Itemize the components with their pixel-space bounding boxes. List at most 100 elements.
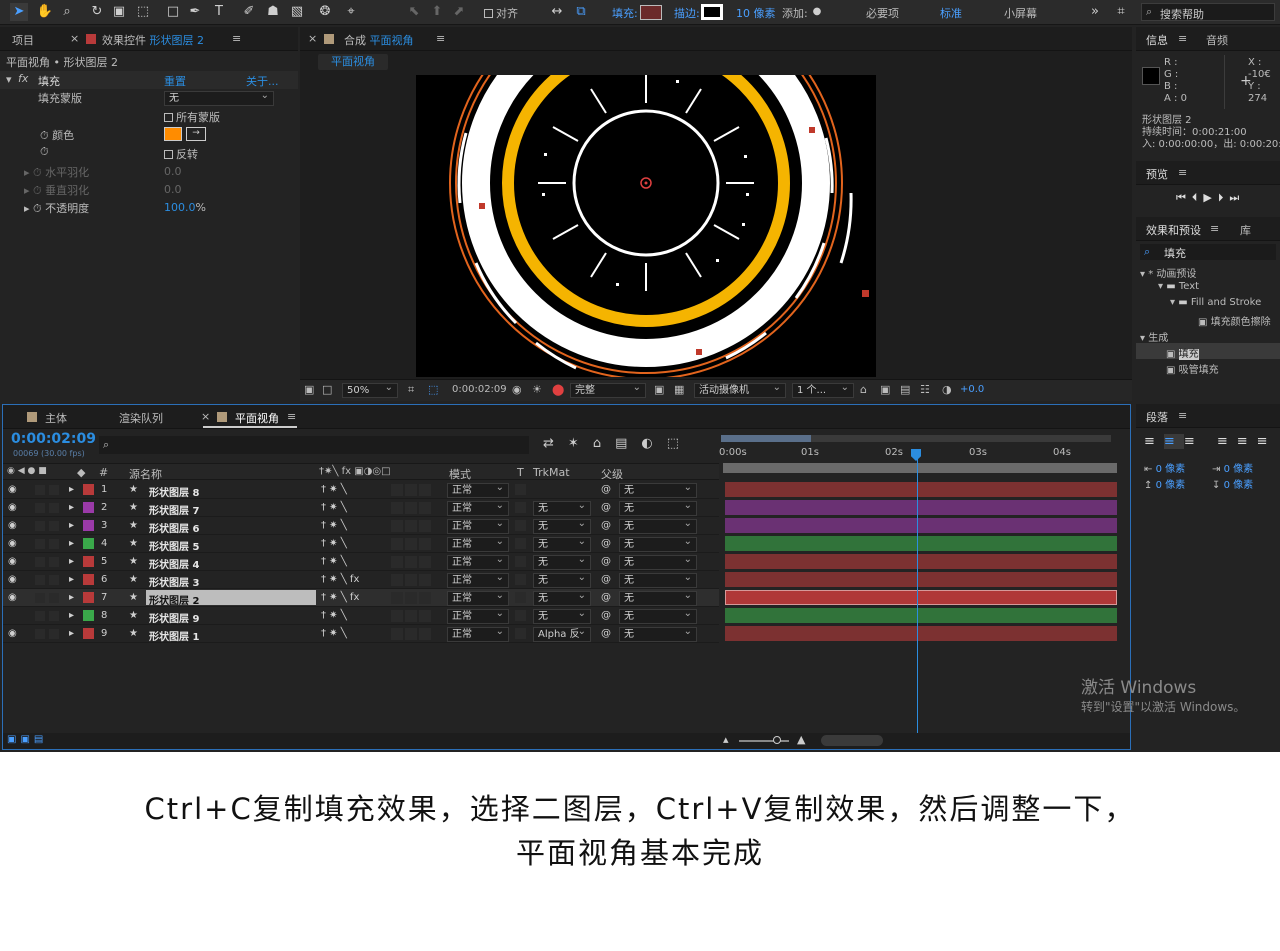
switch-box[interactable]: [419, 592, 431, 604]
parent-dropdown[interactable]: 无: [619, 517, 697, 534]
layer-name[interactable]: 形状图层 8: [149, 484, 199, 499]
switch-box[interactable]: [405, 628, 417, 640]
fill-mask-dropdown[interactable]: 无: [164, 89, 274, 106]
comp-mini-flowchart-icon[interactable]: ⇄: [543, 436, 568, 451]
layer-name[interactable]: 形状图层 2: [149, 592, 199, 607]
color-swatch[interactable]: [164, 127, 182, 141]
exposure-value[interactable]: +0.0: [960, 384, 984, 395]
comp-timecode[interactable]: 0:00:02:09: [452, 384, 507, 395]
zoom-dropdown[interactable]: 50%: [342, 381, 398, 398]
play-icon[interactable]: ▶: [1203, 191, 1217, 204]
close-tab-icon[interactable]: ×: [70, 32, 79, 45]
blend-mode-dropdown[interactable]: 正常: [447, 571, 509, 588]
space-before-value[interactable]: 0 像素: [1156, 480, 1186, 491]
switch-box[interactable]: [419, 610, 431, 622]
blend-mode-dropdown[interactable]: 正常: [447, 553, 509, 570]
tab-effects-presets[interactable]: 效果和预设: [1146, 222, 1201, 238]
parent-dropdown[interactable]: 无: [619, 607, 697, 624]
invert-stopwatch-icon[interactable]: ⏱: [40, 145, 49, 163]
eraser-tool-icon[interactable]: ▧: [288, 3, 306, 21]
grid-icon[interactable]: ⌗: [408, 383, 414, 397]
expand-arrow-icon[interactable]: ▸: [69, 538, 74, 549]
playhead-handle[interactable]: [911, 449, 921, 461]
expand-arrow-icon[interactable]: ▸: [69, 484, 74, 495]
invert-checkbox[interactable]: 反转: [164, 146, 198, 164]
tab-libraries[interactable]: 库: [1240, 222, 1251, 238]
tab-audio[interactable]: 音频: [1206, 32, 1228, 48]
switch-box[interactable]: [391, 574, 403, 586]
parent-dropdown[interactable]: 无: [619, 571, 697, 588]
layer-label-color[interactable]: [83, 628, 94, 639]
layer-label-color[interactable]: [83, 538, 94, 549]
layer-label-color[interactable]: [83, 484, 94, 495]
solo-toggle[interactable]: [35, 539, 45, 549]
switch-box[interactable]: [391, 628, 403, 640]
opacity-value[interactable]: 100.0: [164, 201, 196, 214]
motion-blur-icon[interactable]: ◐: [641, 436, 666, 451]
show-snapshot-icon[interactable]: ☀: [532, 383, 542, 396]
solo-toggle[interactable]: [35, 521, 45, 531]
align-center-icon[interactable]: ≡: [1163, 434, 1184, 449]
layer-label-color[interactable]: [83, 520, 94, 531]
trkmat-dropdown[interactable]: 无: [533, 499, 591, 516]
layer-name[interactable]: 形状图层 9: [149, 610, 199, 625]
preserve-transparency-toggle[interactable]: [515, 520, 526, 531]
justify-right-icon[interactable]: ≡: [1257, 434, 1277, 449]
lock-toggle[interactable]: [49, 629, 59, 639]
parent-dropdown[interactable]: 无: [619, 481, 697, 498]
stroke-swatch[interactable]: [701, 4, 723, 20]
align-right-icon[interactable]: ≡: [1184, 434, 1204, 449]
close-timeline-tab-icon[interactable]: ×: [201, 410, 210, 423]
parent-dropdown[interactable]: 无: [619, 535, 697, 552]
lock-toggle[interactable]: [49, 521, 59, 531]
always-preview-icon[interactable]: ▣: [304, 383, 314, 396]
type-tool-icon[interactable]: T: [210, 3, 228, 21]
flowchart-icon[interactable]: ☷: [920, 383, 930, 396]
paragraph-menu-icon[interactable]: ≡: [1178, 409, 1187, 422]
zoom-slider-thumb[interactable]: [773, 736, 781, 744]
layer-name[interactable]: 形状图层 7: [149, 502, 199, 517]
preserve-transparency-toggle[interactable]: [515, 502, 526, 513]
layer-duration-bar[interactable]: [725, 626, 1117, 641]
comp-menu-icon[interactable]: ≡: [436, 32, 445, 45]
switch-box[interactable]: [405, 520, 417, 532]
pickwhip-icon[interactable]: @: [601, 502, 611, 513]
solo-toggle[interactable]: [35, 485, 45, 495]
parent-dropdown[interactable]: 无: [619, 553, 697, 570]
layer-name[interactable]: 形状图层 4: [149, 556, 199, 571]
local-axis-icon[interactable]: ⬉: [405, 3, 423, 21]
switch-box[interactable]: [391, 502, 403, 514]
reset-link[interactable]: 重置: [164, 73, 186, 89]
prev-frame-icon[interactable]: ⏴: [1192, 191, 1204, 204]
lock-toggle[interactable]: [49, 539, 59, 549]
switch-box[interactable]: [419, 520, 431, 532]
parent-dropdown[interactable]: 无: [619, 589, 697, 606]
stroke-width-value[interactable]: 10 像素: [736, 5, 776, 21]
layer-duration-bar[interactable]: [725, 608, 1117, 623]
space-after[interactable]: ↧ 0 像素: [1212, 476, 1253, 494]
rectangle-tool-icon[interactable]: □: [164, 3, 182, 21]
layer-name[interactable]: 形状图层 3: [149, 574, 199, 589]
transparency-grid-icon[interactable]: ▦: [674, 383, 684, 396]
lock-toggle[interactable]: [49, 575, 59, 585]
layer-switches-icons[interactable]: † ✷ ╲: [321, 484, 347, 495]
more-workspaces-icon[interactable]: »: [1086, 3, 1104, 21]
lock-toggle[interactable]: [49, 557, 59, 567]
pen-tool-icon[interactable]: ✒: [186, 3, 204, 21]
table-row[interactable]: ◉ ▸ 5 ★ 形状图层 4 † ✷ ╲ 正常 无 @ 无: [3, 553, 719, 571]
h-feather-value[interactable]: 0.0: [164, 165, 182, 183]
tab-project[interactable]: 项目: [12, 32, 34, 48]
solo-toggle[interactable]: [35, 611, 45, 621]
layer-duration-bar[interactable]: [725, 482, 1117, 497]
table-row[interactable]: ◉ ▸ 9 ★ 形状图层 1 † ✷ ╲ 正常 Alpha 反 @ 无: [3, 625, 719, 643]
layer-label-color[interactable]: [83, 502, 94, 513]
indent-right-value[interactable]: 0 像素: [1224, 464, 1254, 475]
work-area-range[interactable]: [721, 435, 811, 442]
roi-icon[interactable]: ▣: [654, 383, 664, 396]
solo-toggle[interactable]: [35, 575, 45, 585]
space-before[interactable]: ↥ 0 像素: [1144, 476, 1185, 494]
trkmat-dropdown[interactable]: Alpha 反: [533, 625, 591, 642]
tab-main[interactable]: 主体: [45, 410, 67, 426]
layer-name[interactable]: 形状图层 1: [149, 628, 199, 643]
layer-switches-icons[interactable]: † ✷ ╲: [321, 520, 347, 531]
